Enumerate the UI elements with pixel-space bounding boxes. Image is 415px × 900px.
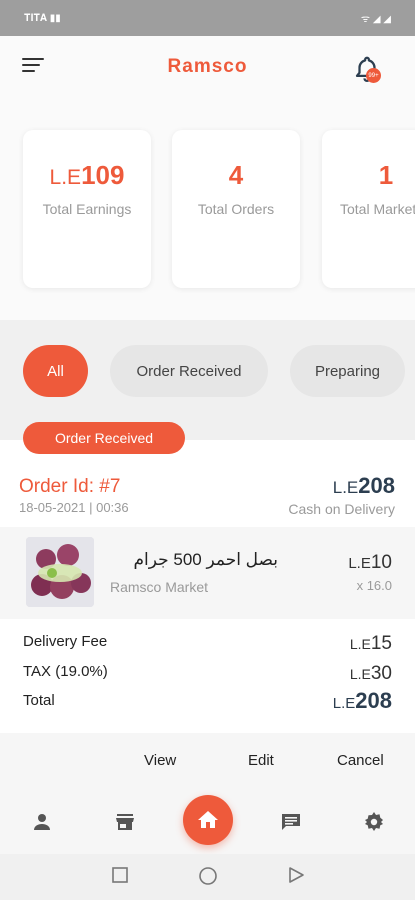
stats-area: L.E109 Total Earnings 4 Total Orders 1 T… bbox=[0, 102, 415, 320]
stat-value: 4 bbox=[228, 160, 244, 190]
filter-chip-preparing[interactable]: Preparing bbox=[290, 345, 405, 397]
view-button[interactable]: View bbox=[144, 752, 176, 769]
delivery-fee-label: Delivery Fee bbox=[23, 633, 108, 650]
carrier-text: 𝐓𝐈𝐓𝐀 ▮▮ bbox=[24, 12, 61, 24]
settings-icon[interactable] bbox=[362, 810, 386, 834]
order-status-badge: Order Received bbox=[23, 422, 185, 454]
profile-icon[interactable] bbox=[30, 810, 54, 834]
product-store: Ramsco Market bbox=[110, 579, 209, 595]
back-icon[interactable] bbox=[287, 866, 305, 884]
stat-card-markets: 1 Total Markets bbox=[322, 130, 415, 288]
home-button[interactable] bbox=[183, 795, 233, 845]
status-bar: 𝐓𝐈𝐓𝐀 ▮▮ ᯤ ◢ ◢ bbox=[0, 0, 415, 36]
stat-label: Total Earnings bbox=[42, 201, 132, 217]
product-image bbox=[26, 537, 94, 607]
order-date: 18-05-2021 | 00:36 bbox=[19, 500, 129, 515]
total-label: Total bbox=[23, 692, 55, 709]
order-id: Order Id: #7 bbox=[19, 476, 121, 497]
recents-icon[interactable] bbox=[111, 866, 129, 884]
stat-card-orders: 4 Total Orders bbox=[172, 130, 300, 288]
stat-card-earnings: L.E109 Total Earnings bbox=[23, 130, 151, 288]
system-home-icon[interactable] bbox=[198, 866, 218, 886]
filter-chip-order-received[interactable]: Order Received bbox=[110, 345, 268, 397]
total-value: L.E208 bbox=[332, 688, 392, 713]
chat-icon[interactable] bbox=[279, 810, 303, 834]
delivery-fee-value: L.E15 bbox=[349, 633, 392, 654]
order-total: L.E208 bbox=[332, 473, 395, 498]
stat-label: Total Markets bbox=[340, 201, 415, 217]
notification-badge: 99+ bbox=[366, 68, 381, 83]
cancel-button[interactable]: Cancel bbox=[337, 752, 384, 769]
tax-value: L.E30 bbox=[349, 663, 392, 684]
payment-method: Cash on Delivery bbox=[288, 501, 395, 517]
signal-indicators: ᯤ ◢ ◢ bbox=[360, 14, 391, 25]
tax-label: TAX (19.0%) bbox=[23, 663, 108, 680]
store-icon[interactable] bbox=[113, 810, 137, 834]
product-quantity: x 16.0 bbox=[356, 578, 392, 593]
stat-value: 1 bbox=[378, 160, 394, 190]
product-price: L.E10 bbox=[348, 552, 392, 573]
edit-button[interactable]: Edit bbox=[248, 752, 274, 769]
filter-chip-all[interactable]: All bbox=[23, 345, 88, 397]
product-name: بصل احمر 500 جرام bbox=[133, 550, 278, 569]
stat-value: L.E109 bbox=[49, 160, 125, 190]
stat-label: Total Orders bbox=[197, 201, 275, 217]
home-icon bbox=[198, 811, 218, 828]
